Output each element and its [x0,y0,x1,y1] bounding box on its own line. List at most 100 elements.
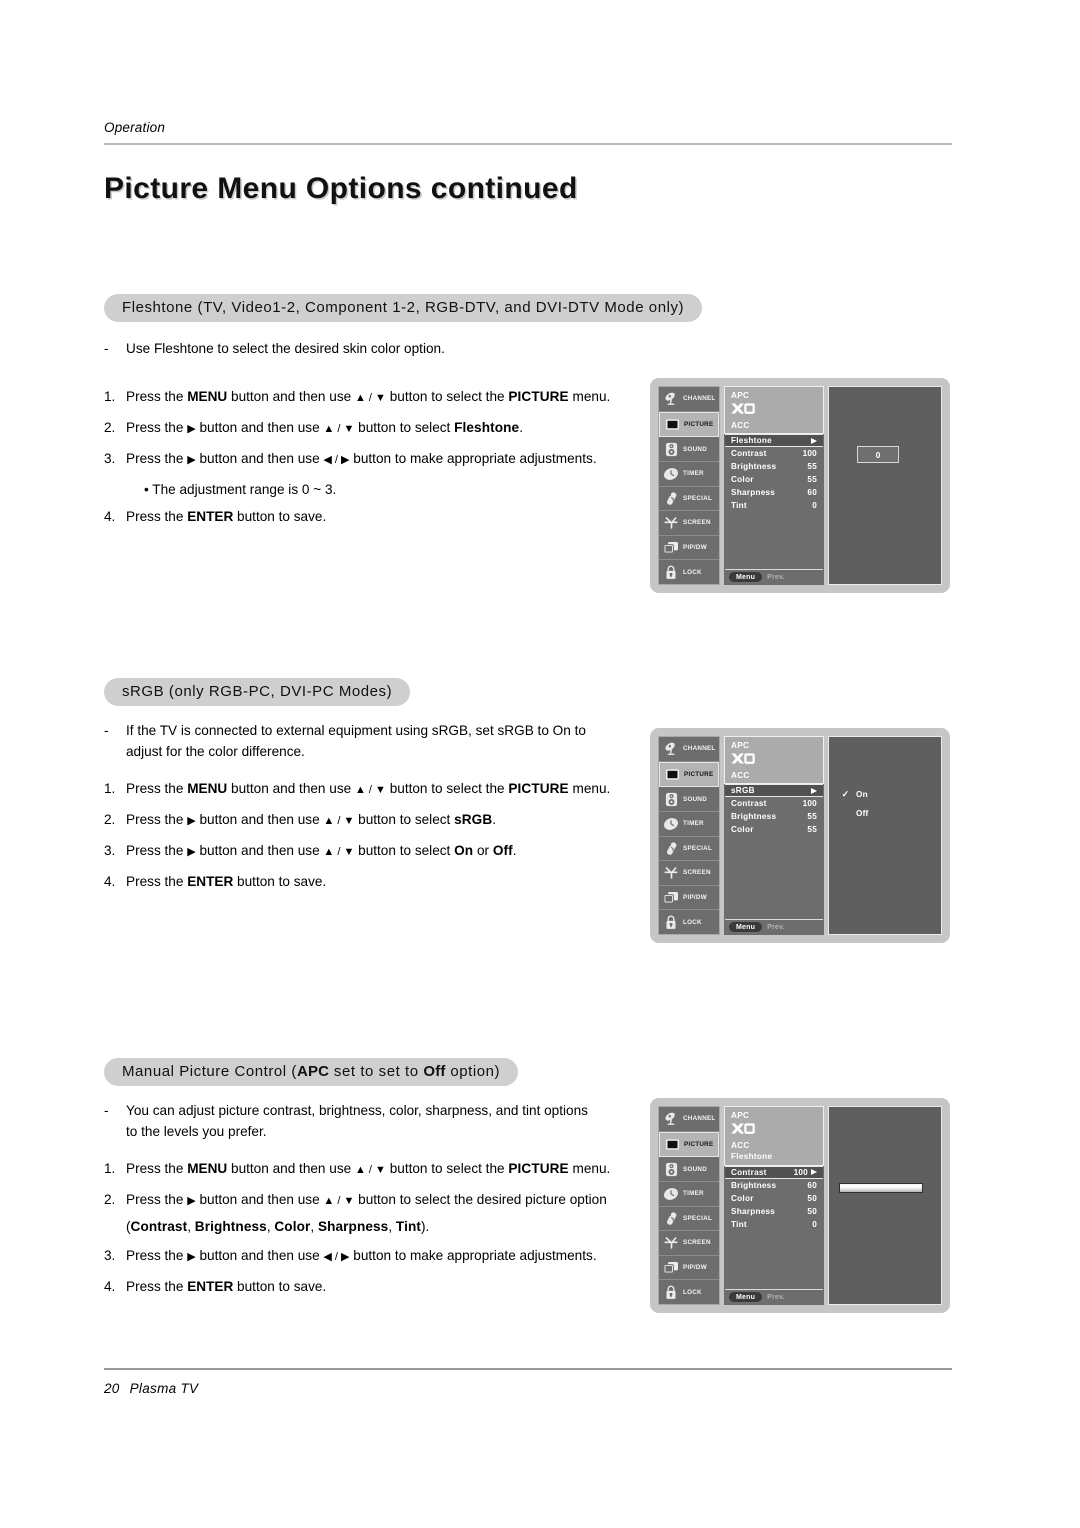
osd-row-value: 0 [812,501,817,510]
osd-value-box[interactable]: 0 [857,446,899,463]
osd-row-brightness[interactable]: Brightness 55 [725,810,823,823]
sidebar-item-timer[interactable]: TIMER [659,812,719,837]
right-arrow: ▶ [187,454,196,466]
sidebar-item-channel[interactable]: CHANNEL [659,1107,719,1132]
osd-row-color[interactable]: Color 50 [725,1192,823,1205]
sidebar-item-screen[interactable]: SCREEN [659,861,719,886]
osd-row-srgb[interactable]: sRGB [725,784,823,797]
checkmark-icon: ✓ [841,789,850,799]
osd-row-value: 55 [807,475,817,484]
osd-sidebar: CHANNEL PICTURE SOUND TIMER SPECIAL SCRE… [658,736,720,935]
right-arrow: ▶ [187,846,196,858]
osd-row-contrast[interactable]: Contrast 100 [725,797,823,810]
clock-icon [663,1186,679,1202]
sidebar-item-timer[interactable]: TIMER [659,462,719,487]
updown-arrows: ▲ / ▼ [354,1164,386,1176]
osd-item-acc[interactable]: ACC [731,1140,817,1152]
osd-item-apc[interactable]: APC [731,390,817,402]
tint-option-name: Tint [395,1219,421,1234]
osd-option-on[interactable]: ✓ On [841,789,868,800]
osd-row-tint[interactable]: Tint 0 [725,499,823,512]
sidebar-item-picture[interactable]: PICTURE [659,1131,719,1158]
sidebar-item-special[interactable]: SPECIAL [659,837,719,862]
osd-row-value: 55 [807,462,817,471]
sidebar-item-picture[interactable]: PICTURE [659,761,719,788]
speaker-icon [663,1161,679,1177]
sidebar-item-lock[interactable]: LOCK [659,1280,719,1304]
osd-row-fleshtone[interactable]: Fleshtone [725,434,823,447]
osd-top-group: APC ACC Fleshtone [724,1106,824,1166]
xd-logo-icon[interactable] [731,1122,755,1134]
osd-menu-button[interactable]: Menu [729,922,763,932]
sidebar-item-pip-dw[interactable]: PIP/DW [659,886,719,911]
osd-row-label: Brightness [731,812,777,821]
osd-row-sharpness[interactable]: Sharpness 60 [725,486,823,499]
sidebar-item-screen[interactable]: SCREEN [659,511,719,536]
sidebar-item-sound[interactable]: SOUND [659,787,719,812]
sidebar-item-pip-dw[interactable]: PIP/DW [659,536,719,561]
sidebar-item-special[interactable]: SPECIAL [659,487,719,512]
osd-row-label: sRGB [731,786,755,795]
osd-item-acc[interactable]: ACC [731,770,817,782]
sidebar-item-label: PIP/DW [683,1264,707,1272]
sidebar-item-label: PICTURE [684,1140,714,1148]
osd-row-label: Sharpness [731,488,776,497]
updown-arrows: ▲ / ▼ [323,815,355,827]
step-3: 3. Press the ▶ button and then use ◀ / ▶ … [104,448,649,471]
osd-menu-button[interactable]: Menu [729,1292,763,1302]
osd-row-label: Color [731,475,754,484]
padlock-icon [663,564,679,580]
osd-menu-column: APC ACC Fleshtone Contrast 100 Brightnes… [724,386,824,585]
sidebar-item-special[interactable]: SPECIAL [659,1207,719,1232]
sidebar-item-channel[interactable]: CHANNEL [659,387,719,412]
osd-item-apc[interactable]: APC [731,1110,817,1122]
osd-row-color[interactable]: Color 55 [725,823,823,836]
xd-logo-icon[interactable] [731,752,755,764]
intro-text-line2: adjust for the color difference. [126,744,305,759]
osd-row-contrast[interactable]: Contrast 100 [725,447,823,460]
right-arrow-icon [811,787,817,794]
osd-row-color[interactable]: Color 55 [725,473,823,486]
osd-row-contrast[interactable]: Contrast 100 [725,1165,823,1179]
osd-menu-button[interactable]: Menu [729,572,763,582]
osd-item-fleshtone[interactable]: Fleshtone [731,1151,817,1163]
sidebar-item-label: TIMER [683,1190,704,1198]
step-3: 3. Press the ▶ button and then use ◀ / ▶ … [104,1245,652,1268]
picture-menu-name: PICTURE [508,1161,569,1176]
osd-row-label: Brightness [731,462,777,471]
sidebar-item-lock[interactable]: LOCK [659,560,719,584]
step-number: 1. [104,389,116,404]
sidebar-item-label: SPECIAL [683,844,713,852]
osd-option-rows: sRGB Contrast 100 Brightness 55 Color 55 [724,784,824,935]
osd-item-apc[interactable]: APC [731,740,817,752]
osd-sidebar: CHANNEL PICTURE SOUND TIMER SPECIAL SCRE… [658,386,720,585]
osd-row-tint[interactable]: Tint 0 [725,1218,823,1231]
osd-row-value-group [811,437,817,444]
remote-control-icon [663,490,679,506]
contrast-slider[interactable] [839,1183,923,1193]
sidebar-item-lock[interactable]: LOCK [659,910,719,934]
sidebar-item-timer[interactable]: TIMER [659,1182,719,1207]
step-number: 4. [104,1279,116,1294]
osd-row-label: Contrast [731,1167,767,1177]
tv-screen-icon [664,766,680,782]
osd-item-acc[interactable]: ACC [731,420,817,432]
osd-row-sharpness[interactable]: Sharpness 50 [725,1205,823,1218]
osd-screenshot-srgb: CHANNEL PICTURE SOUND TIMER SPECIAL SCRE… [650,728,950,943]
page-footer: 20 Plasma TV [104,1381,198,1396]
enter-key: ENTER [187,509,234,524]
menu-key: MENU [187,389,228,404]
osd-row-brightness[interactable]: Brightness 55 [725,460,823,473]
osd-option-label: Off [856,809,869,818]
sidebar-item-sound[interactable]: SOUND [659,437,719,462]
sidebar-item-sound[interactable]: SOUND [659,1157,719,1182]
sidebar-item-picture[interactable]: PICTURE [659,411,719,438]
sidebar-item-channel[interactable]: CHANNEL [659,737,719,762]
sidebar-item-screen[interactable]: SCREEN [659,1231,719,1256]
osd-row-label: Brightness [731,1180,777,1190]
osd-row-brightness[interactable]: Brightness 60 [725,1179,823,1192]
sidebar-item-pip-dw[interactable]: PIP/DW [659,1256,719,1281]
xd-logo-icon[interactable] [731,402,755,414]
osd-option-off[interactable]: Off [841,808,868,819]
step-4: 4. Press the ENTER button to save. [104,506,649,527]
